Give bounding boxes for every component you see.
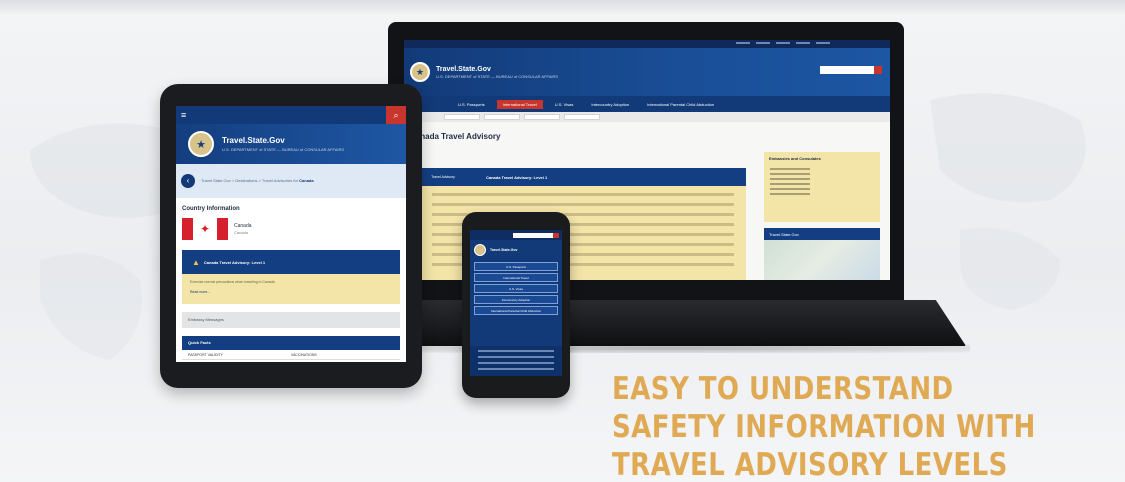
- menu-item-passports[interactable]: U.S. Passports: [474, 262, 558, 271]
- embassy-card: Embassies and Consulates: [764, 152, 880, 222]
- advisory-level-badge: Travel Advisory: [431, 175, 455, 179]
- laptop-shadow: [360, 343, 970, 353]
- subnav-tab[interactable]: [564, 114, 600, 120]
- country-subtitle: Canada: [234, 230, 249, 235]
- search-icon[interactable]: [874, 66, 882, 74]
- utility-bar: [404, 40, 890, 48]
- back-arrow-icon[interactable]: ‹: [181, 174, 195, 188]
- site-name[interactable]: Travel.State.Gov: [222, 136, 344, 145]
- headline-line-3: TRAVEL ADVISORY LEVELS: [612, 447, 1008, 482]
- embassy-messages-row[interactable]: Embassy Messages: [182, 312, 400, 328]
- tablet-screen: ≡ ⌕ ★ Travel.State.Gov U.S. DEPARTMENT o…: [176, 106, 406, 362]
- advisory-header[interactable]: ▲ Canada Travel Advisory: Level 1: [182, 250, 400, 274]
- top-strip: [0, 0, 1125, 14]
- advisory-text: Exercise normal precautions when traveli…: [190, 280, 275, 284]
- country-row: ✦ Canada Canada: [176, 214, 406, 244]
- nav-item-visas[interactable]: U.S. Visas: [549, 100, 580, 109]
- headline-line-2: SAFETY INFORMATION WITH: [612, 409, 1036, 445]
- table-cell: VACCINATIONS: [291, 353, 317, 357]
- advisory-header: Travel Advisory Canada Travel Advisory: …: [414, 168, 746, 186]
- advisory-body: Exercise normal precautions when traveli…: [182, 274, 400, 304]
- menu-item-child-abduction[interactable]: International Parental Child Abduction: [474, 306, 558, 315]
- notice-banner: ‹ Travel.State.Gov > Destinations > Trav…: [176, 164, 406, 198]
- site-tagline: U.S. DEPARTMENT of STATE — BUREAU of CON…: [222, 147, 345, 152]
- menu-item-international-travel[interactable]: International Travel: [474, 273, 558, 282]
- search-icon[interactable]: ⌕: [386, 106, 406, 124]
- table-row: PASSPORT VALIDITY VACCINATIONS: [182, 350, 400, 360]
- subnav-tab[interactable]: [484, 114, 520, 120]
- state-seal-icon: ★: [410, 62, 430, 82]
- menu-item-adoption[interactable]: Intercountry Adoption: [474, 295, 558, 304]
- laptop-keyboard-base: [362, 300, 966, 346]
- sub-nav: [404, 112, 890, 122]
- advisory-label: Canada Travel Advisory: Level 1: [486, 174, 548, 180]
- headline: EASY TO UNDERSTAND SAFETY INFORMATION WI…: [612, 370, 1036, 482]
- notice-country[interactable]: Canada: [299, 178, 313, 183]
- hamburger-menu-icon[interactable]: ≡: [181, 110, 186, 120]
- nav-item-adoption[interactable]: Intercountry Adoption: [585, 100, 635, 109]
- canada-flag-icon: ✦: [182, 218, 228, 240]
- headline-line-1: EASY TO UNDERSTAND: [612, 371, 954, 407]
- breadcrumb[interactable]: › › ›: [404, 122, 890, 130]
- phone-header: Travel.State.Gov: [470, 240, 562, 260]
- site-header: ★ Travel.State.Gov U.S. DEPARTMENT of ST…: [404, 48, 890, 96]
- destination-map[interactable]: [764, 240, 880, 280]
- warning-icon: ▲: [192, 257, 200, 267]
- advisory-label: Canada Travel Advisory: Level 1: [203, 259, 266, 265]
- nav-item-child-abduction[interactable]: International Parental Child Abduction: [641, 100, 720, 109]
- site-name[interactable]: Travel.State.Gov: [490, 248, 517, 252]
- subnav-tab[interactable]: [444, 114, 480, 120]
- phone-topbar: [470, 230, 562, 240]
- embassy-card-title: Embassies and Consulates: [769, 156, 821, 161]
- search-input[interactable]: [820, 66, 882, 74]
- menu-item-visas[interactable]: U.S. Visas: [474, 284, 558, 293]
- map-card-title: Travel.State.Gov: [764, 228, 880, 240]
- table-cell: PASSPORT VALIDITY: [188, 353, 223, 357]
- search-input[interactable]: [513, 233, 559, 238]
- tablet-topbar: ≡ ⌕: [176, 106, 406, 124]
- site-name[interactable]: Travel.State.Gov: [436, 66, 558, 73]
- quick-facts-header: Quick Facts: [182, 336, 400, 350]
- nav-item-international-travel[interactable]: International Travel: [496, 99, 543, 109]
- nav-item-passports[interactable]: U.S. Passports: [452, 100, 491, 109]
- read-more-link[interactable]: Read more...: [190, 290, 392, 294]
- phone-screen: Travel.State.Gov U.S. Passports Internat…: [470, 230, 562, 376]
- tablet-header: ★ Travel.State.Gov U.S. DEPARTMENT of ST…: [176, 124, 406, 164]
- page-title: Canada Travel Advisory: [410, 132, 501, 141]
- notice-text: Travel.State.Gov > Destinations > Travel…: [201, 178, 314, 183]
- phone-footer: [470, 346, 562, 376]
- subnav-tab[interactable]: [524, 114, 560, 120]
- site-tagline: U.S. DEPARTMENT of STATE — BUREAU of CON…: [436, 73, 559, 79]
- state-seal-icon: ★: [188, 131, 214, 157]
- main-nav: U.S. Passports International Travel U.S.…: [404, 96, 890, 112]
- country-name: Canada: [234, 223, 252, 229]
- state-seal-icon: [474, 244, 486, 256]
- section-title: Country Information: [182, 206, 240, 212]
